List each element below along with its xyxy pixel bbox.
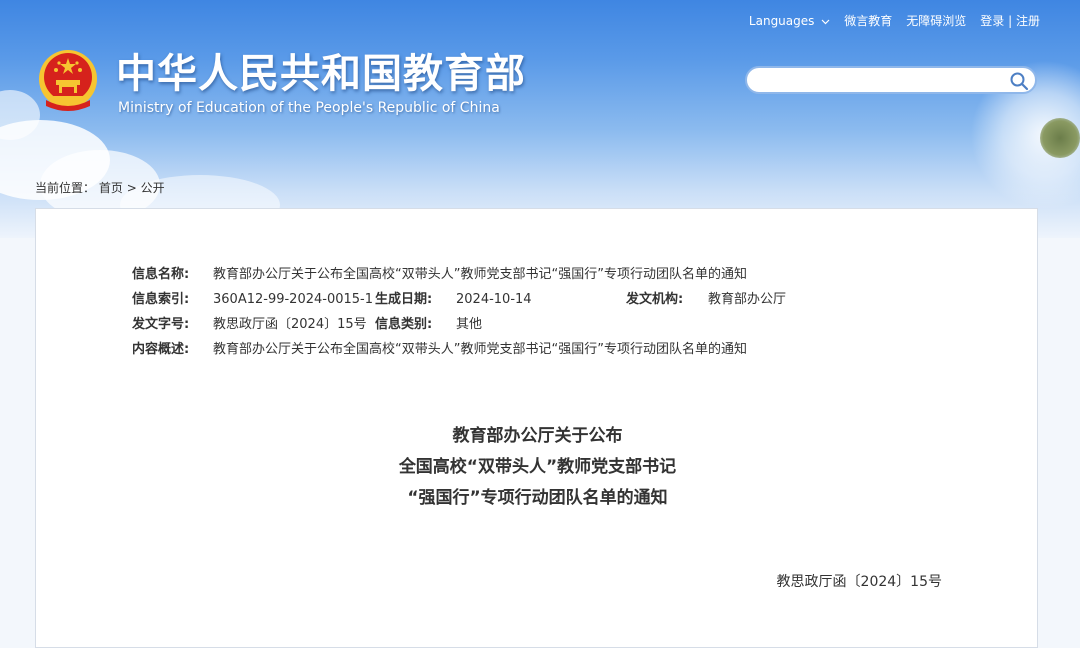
search-input[interactable]	[757, 70, 1006, 92]
meta-row-index: 信息索引: 360A12-99-2024-0015-1 生成日期: 2024-1…	[132, 290, 852, 315]
login-register-group: 登录 | 注册	[980, 12, 1040, 29]
document-title: 教育部办公厅关于公布 全国高校“双带头人”教师党支部书记 “强国行”专项行动团队…	[36, 421, 1039, 514]
languages-link[interactable]: Languages	[749, 14, 830, 28]
document-number: 教思政厅函〔2024〕15号	[776, 574, 942, 590]
date-label: 生成日期:	[375, 292, 433, 307]
summary-value: 教育部办公厅关于公布全国高校“双带头人”教师党支部书记“强国行”专项行动团队名单…	[213, 342, 747, 357]
top-links: Languages 微言教育 无障碍浏览 登录 | 注册	[749, 12, 1040, 29]
doc-no-value: 教思政厅函〔2024〕15号	[213, 317, 367, 332]
document-title-line-2: 全国高校“双带头人”教师党支部书记	[398, 457, 677, 477]
breadcrumb-separator: >	[126, 181, 137, 195]
site-title: 中华人民共和国教育部	[116, 51, 526, 97]
document-title-line-3: “强国行”专项行动团队名单的通知	[407, 488, 668, 508]
info-meta-table: 信息名称: 教育部办公厅关于公布全国高校“双带头人”教师党支部书记“强国行”专项…	[132, 265, 852, 365]
issuer-value: 教育部办公厅	[708, 292, 787, 307]
index-value: 360A12-99-2024-0015-1	[213, 292, 373, 307]
breadcrumb: 当前位置： 首页 > 公开	[35, 179, 165, 196]
breadcrumb-label: 当前位置：	[35, 181, 96, 195]
link-separator: |	[1008, 14, 1013, 28]
doc-no-label: 发文字号:	[132, 317, 190, 332]
weibo-link[interactable]: 微言教育	[844, 12, 892, 29]
meta-row-summary: 内容概述: 教育部办公厅关于公布全国高校“双带头人”教师党支部书记“强国行”专项…	[132, 340, 852, 365]
dandelion-core-decoration	[1040, 118, 1080, 158]
site-header: Languages 微言教育 无障碍浏览 登录 | 注册 中华人民共和国教育部 …	[0, 0, 1080, 238]
national-emblem-icon	[39, 50, 97, 111]
summary-label: 内容概述:	[132, 342, 190, 357]
category-label: 信息类别:	[375, 317, 433, 332]
chevron-down-icon	[821, 19, 830, 24]
breadcrumb-home[interactable]: 首页	[99, 181, 123, 195]
login-link[interactable]: 登录	[980, 14, 1004, 28]
info-name-label: 信息名称:	[132, 267, 190, 282]
meta-row-doc-no: 发文字号: 教思政厅函〔2024〕15号 信息类别: 其他	[132, 315, 852, 340]
info-name-value: 教育部办公厅关于公布全国高校“双带头人”教师党支部书记“强国行”专项行动团队名单…	[213, 267, 747, 282]
accessibility-link[interactable]: 无障碍浏览	[906, 12, 966, 29]
meta-row-info-name: 信息名称: 教育部办公厅关于公布全国高校“双带头人”教师党支部书记“强国行”专项…	[132, 265, 852, 290]
category-value: 其他	[456, 317, 483, 332]
document-title-line-1: 教育部办公厅关于公布	[452, 426, 623, 446]
issuer-label: 发文机构:	[626, 292, 684, 307]
site-subtitle: Ministry of Education of the People's Re…	[118, 100, 500, 116]
breadcrumb-current[interactable]: 公开	[141, 181, 165, 195]
content-panel: 信息名称: 教育部办公厅关于公布全国高校“双带头人”教师党支部书记“强国行”专项…	[35, 208, 1038, 648]
index-label: 信息索引:	[132, 292, 190, 307]
date-value: 2024-10-14	[456, 292, 532, 307]
register-link[interactable]: 注册	[1016, 14, 1040, 28]
search-box	[745, 66, 1037, 94]
search-icon[interactable]	[1009, 71, 1029, 91]
